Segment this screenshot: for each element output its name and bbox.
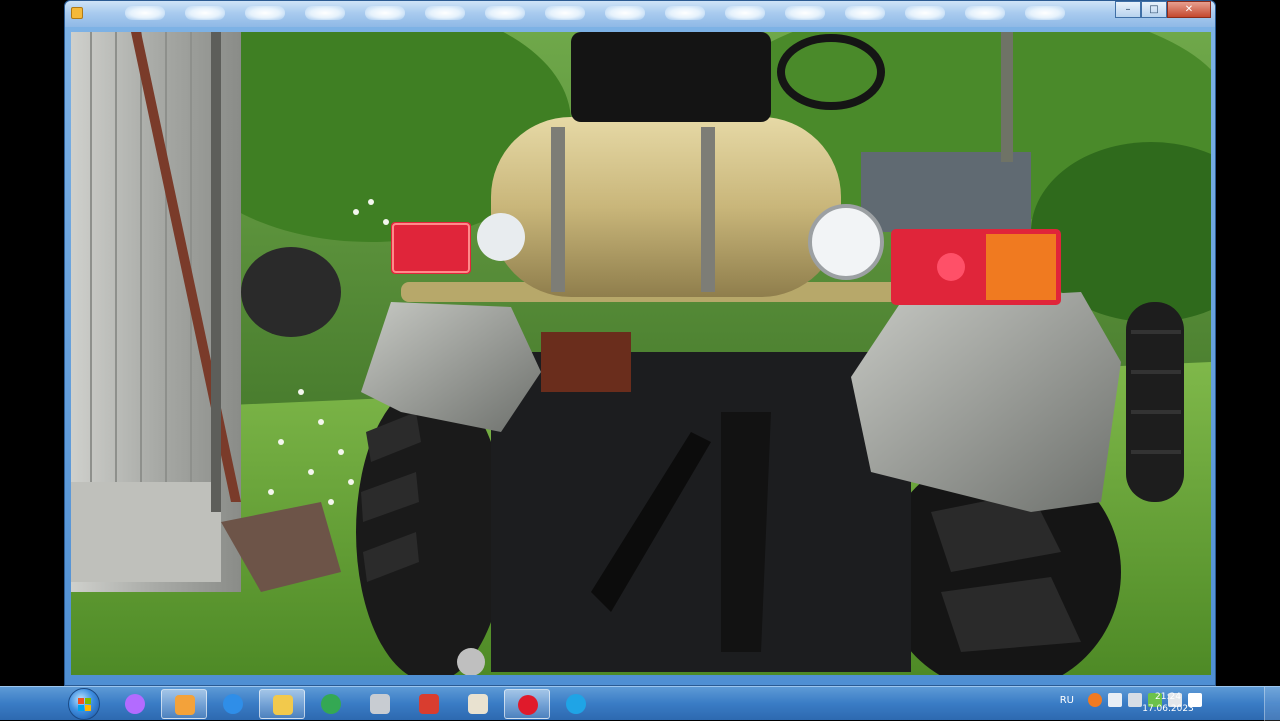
avast-icon[interactable]: [1088, 693, 1102, 707]
calculator-icon: [370, 694, 390, 714]
hydraulic-block: [541, 332, 631, 392]
gate-bottom-panel: [71, 482, 221, 582]
taskbar-item-calculator[interactable]: [357, 689, 403, 719]
screen: – □ ✕ RU 21:24 17.06.2023: [0, 0, 1280, 721]
hitch-ball: [457, 648, 485, 675]
ie-icon: [223, 694, 243, 714]
chrome-icon: [321, 694, 341, 714]
paint-icon: [468, 694, 488, 714]
close-button[interactable]: ✕: [1167, 1, 1211, 18]
minimize-button[interactable]: –: [1115, 1, 1141, 18]
taskbar-item-chrome[interactable]: [308, 689, 354, 719]
fuel-tank: [491, 117, 841, 297]
media-player-icon: [71, 7, 83, 19]
taskbar-pinned-apps: [112, 689, 599, 719]
clock-date: 17.06.2023: [1142, 704, 1194, 714]
left-work-lamp: [477, 213, 525, 261]
left-rear-light: [391, 222, 471, 274]
engine-block: [861, 152, 1031, 232]
tractor-body: [491, 352, 911, 672]
tank-strap: [551, 127, 565, 292]
taskbar-item-internet-explorer[interactable]: [210, 689, 256, 719]
clock-time: 21:24: [1155, 692, 1181, 702]
taskbar-item-skype[interactable]: [553, 689, 599, 719]
right-turn-signal: [986, 234, 1056, 300]
far-right-tire: [1126, 302, 1184, 502]
title-bar-glow: [125, 6, 1065, 20]
media-player-icon: [175, 695, 195, 715]
maximize-button[interactable]: □: [1141, 1, 1167, 18]
assistant-icon: [125, 694, 145, 714]
skype-icon: [566, 694, 586, 714]
clock[interactable]: 21:24 17.06.2023: [1128, 691, 1208, 715]
seat: [571, 32, 771, 122]
taskbar: RU 21:24 17.06.2023: [0, 686, 1280, 721]
taskbar-item-file-explorer[interactable]: [259, 689, 305, 719]
gate-post: [211, 32, 221, 512]
language-indicator[interactable]: RU: [1060, 695, 1074, 706]
start-button[interactable]: [68, 688, 100, 720]
speaker-icon[interactable]: [1108, 693, 1122, 707]
windows-logo-icon: [78, 698, 91, 711]
taskbar-item-alice-assistant[interactable]: [112, 689, 158, 719]
video-frame[interactable]: [71, 32, 1211, 675]
taskbar-item-pdf-reader[interactable]: [406, 689, 452, 719]
taskbar-item-paint[interactable]: [455, 689, 501, 719]
pdf-icon: [419, 694, 439, 714]
folder-icon: [273, 695, 293, 715]
right-work-lamp: [808, 204, 884, 280]
show-desktop-button[interactable]: [1264, 687, 1280, 721]
tank-strap: [701, 127, 715, 292]
taskbar-item-opera[interactable]: [504, 689, 550, 719]
opera-icon: [518, 695, 538, 715]
old-tire: [241, 247, 341, 337]
tractor-photo: [71, 32, 1211, 675]
media-player-window: – □ ✕: [64, 0, 1216, 686]
title-bar[interactable]: – □ ✕: [65, 1, 1215, 27]
taskbar-item-media-player[interactable]: [161, 689, 207, 719]
exhaust-pipe: [1001, 32, 1013, 162]
